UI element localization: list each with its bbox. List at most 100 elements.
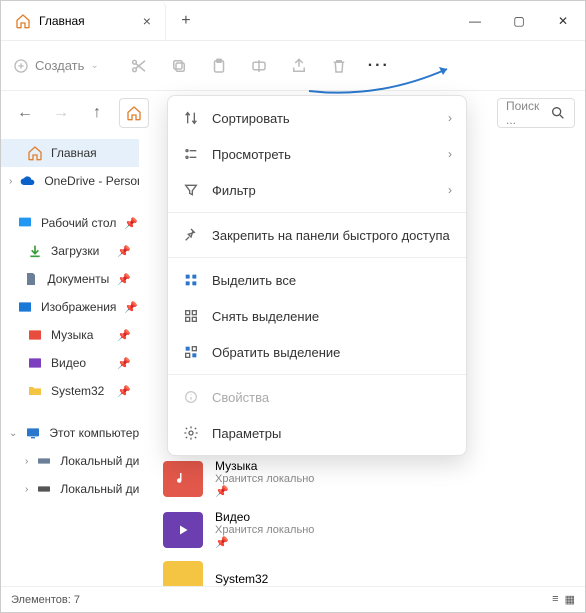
sidebar-label: Изображения	[41, 300, 116, 314]
share-button[interactable]	[281, 50, 317, 82]
disk-icon	[36, 481, 52, 497]
menu-properties: Свойства	[168, 379, 466, 415]
file-name: Музыка	[215, 459, 314, 473]
sidebar-label: Локальный диск	[60, 482, 139, 496]
menu-label: Просмотреть	[212, 147, 291, 162]
menu-label: Свойства	[212, 390, 269, 405]
more-button[interactable]: ···	[361, 50, 397, 82]
sidebar-item-thispc[interactable]: ⌄ Этот компьютер	[1, 419, 139, 447]
ellipsis-icon: ···	[368, 57, 390, 75]
create-button[interactable]: Создать ⌄	[13, 58, 99, 74]
maximize-button[interactable]: ▢	[497, 1, 541, 40]
forward-button[interactable]: →	[47, 99, 75, 127]
sidebar-item-system32[interactable]: System32 📌	[1, 377, 139, 405]
window-controls: — ▢ ✕	[453, 1, 585, 40]
file-sub: Хранится локально	[215, 524, 314, 536]
paste-button[interactable]	[201, 50, 237, 82]
file-row-video[interactable]: Видео Хранится локально 📌	[139, 504, 585, 555]
pc-icon	[25, 425, 41, 441]
chevron-right-icon: ›	[448, 183, 452, 197]
chevron-down-icon: ⌄	[9, 428, 17, 439]
view-grid-button[interactable]: ▦	[565, 593, 575, 606]
sort-icon	[182, 109, 200, 127]
pin-icon: 📌	[215, 485, 314, 498]
back-button[interactable]: ←	[11, 99, 39, 127]
pin-icon	[182, 226, 200, 244]
music-icon	[27, 327, 43, 343]
scissors-icon	[130, 57, 148, 75]
pin-icon: 📌	[117, 357, 131, 370]
pictures-icon	[17, 299, 33, 315]
sidebar-label: Главная	[51, 146, 97, 160]
menu-invert[interactable]: Обратить выделение	[168, 334, 466, 370]
sidebar-item-videos[interactable]: Видео 📌	[1, 349, 139, 377]
sidebar: Главная › OneDrive - Personal Рабочий ст…	[1, 135, 139, 586]
home-icon	[27, 145, 43, 161]
toolbar: Создать ⌄ ···	[1, 41, 585, 91]
sidebar-label: Этот компьютер	[49, 426, 139, 440]
home-icon	[15, 13, 31, 29]
view-list-button[interactable]: ≡	[552, 593, 558, 606]
copy-button[interactable]	[161, 50, 197, 82]
sidebar-item-localdisk2[interactable]: › Локальный диск	[1, 475, 139, 503]
selectall-icon	[182, 271, 200, 289]
up-button[interactable]: ↑	[83, 99, 111, 127]
share-icon	[290, 57, 308, 75]
close-icon[interactable]: ×	[143, 13, 151, 29]
sidebar-label: Рабочий стол	[41, 216, 116, 230]
cut-button[interactable]	[121, 50, 157, 82]
clipboard-icon	[210, 57, 228, 75]
search-input[interactable]: Поиск ...	[497, 98, 575, 128]
menu-label: Обратить выделение	[212, 345, 340, 360]
folder-icon	[163, 561, 203, 586]
video-icon	[27, 355, 43, 371]
document-icon	[23, 271, 39, 287]
file-row-system32[interactable]: System32	[139, 555, 585, 586]
rename-icon	[250, 57, 268, 75]
menu-options[interactable]: Параметры	[168, 415, 466, 451]
plus-circle-icon	[13, 58, 29, 74]
menu-selectall[interactable]: Выделить все	[168, 262, 466, 298]
tab-home[interactable]: Главная ×	[1, 1, 166, 40]
menu-label: Закрепить на панели быстрого доступа	[212, 228, 450, 243]
sidebar-item-documents[interactable]: Документы 📌	[1, 265, 139, 293]
menu-view[interactable]: Просмотреть ›	[168, 136, 466, 172]
address-bar[interactable]	[119, 98, 149, 128]
filter-icon	[182, 181, 200, 199]
menu-label: Снять выделение	[212, 309, 319, 324]
sidebar-item-pictures[interactable]: Изображения 📌	[1, 293, 139, 321]
menu-label: Фильтр	[212, 183, 256, 198]
status-count: Элементов: 7	[11, 594, 80, 606]
sidebar-item-onedrive[interactable]: › OneDrive - Personal	[1, 167, 139, 195]
video-folder-icon	[163, 512, 203, 548]
file-name: Видео	[215, 510, 314, 524]
deselect-icon	[182, 307, 200, 325]
sidebar-label: System32	[51, 384, 104, 398]
pin-icon: 📌	[215, 536, 314, 549]
statusbar: Элементов: 7 ≡ ▦	[1, 586, 585, 612]
disk-icon	[36, 453, 52, 469]
menu-sort[interactable]: Сортировать ›	[168, 100, 466, 136]
rename-button[interactable]	[241, 50, 277, 82]
menu-deselect[interactable]: Снять выделение	[168, 298, 466, 334]
delete-button[interactable]	[321, 50, 357, 82]
search-placeholder: Поиск ...	[506, 99, 544, 127]
file-row-music[interactable]: Музыка Хранится локально 📌	[139, 453, 585, 504]
sidebar-item-home[interactable]: Главная	[1, 139, 139, 167]
close-button[interactable]: ✕	[541, 1, 585, 40]
chevron-right-icon: ›	[25, 456, 28, 467]
sidebar-item-music[interactable]: Музыка 📌	[1, 321, 139, 349]
download-icon	[27, 243, 43, 259]
menu-label: Параметры	[212, 426, 281, 441]
sidebar-item-localdisk1[interactable]: › Локальный диск	[1, 447, 139, 475]
new-tab-button[interactable]: +	[166, 1, 206, 40]
menu-pin[interactable]: Закрепить на панели быстрого доступа	[168, 217, 466, 253]
file-name: System32	[215, 572, 268, 586]
menu-filter[interactable]: Фильтр ›	[168, 172, 466, 208]
sidebar-item-downloads[interactable]: Загрузки 📌	[1, 237, 139, 265]
minimize-button[interactable]: —	[453, 1, 497, 40]
desktop-icon	[17, 215, 33, 231]
sidebar-item-desktop[interactable]: Рабочий стол 📌	[1, 209, 139, 237]
chevron-right-icon: ›	[9, 176, 12, 187]
context-menu: Сортировать › Просмотреть › Фильтр › Зак…	[167, 95, 467, 456]
